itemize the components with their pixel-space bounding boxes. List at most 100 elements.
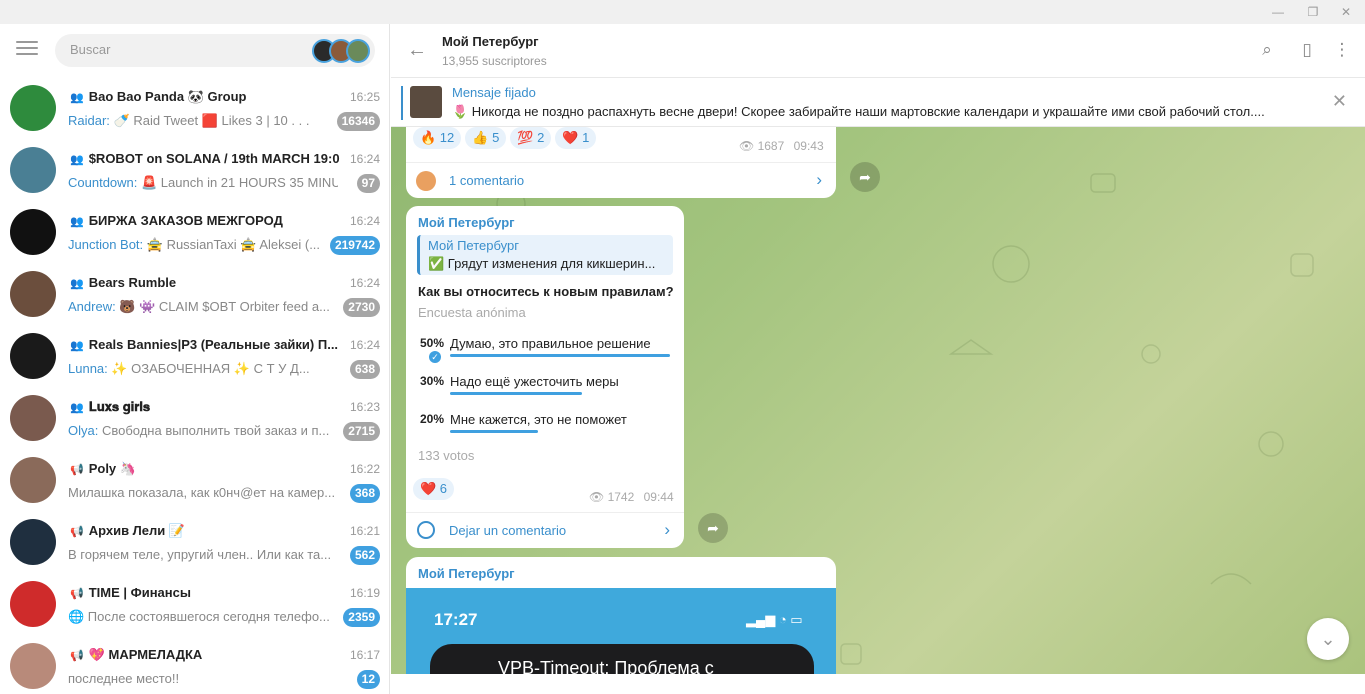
poll-option-bar <box>450 354 670 357</box>
channel-title[interactable]: Мой Петербург <box>442 34 539 49</box>
poll-option-label: Надо ещё ужесточить меры <box>450 374 619 389</box>
chat-title: 👥 Bao Bao Panda 🐼 Group <box>70 89 247 104</box>
chat-list-item[interactable]: 👥 𝐋𝐮𝐱𝐬 𝐠𝐢𝐫𝐥𝐬 16:23 Olya: Свободна выполнить… <box>0 388 389 450</box>
chat-list-item[interactable]: 👥 Reals Bannies|P3 (Реальные зайки) П... 1… <box>0 326 389 388</box>
chat-list-item[interactable]: 📢 💖 МАРМЕЛАДКА 16:17 последнее место!! 12 <box>0 636 389 694</box>
chat-time: 16:21 <box>349 524 380 538</box>
close-pinned-icon[interactable]: ✕ <box>1332 91 1347 112</box>
chat-title: 👥 Bears Rumble <box>70 275 177 290</box>
chat-list-item[interactable]: 👥 Bears Rumble 16:24 Andrew: 🐻 👾 CLAIM $OBT… <box>0 264 389 326</box>
restore-icon[interactable]: ❐ <box>1305 4 1321 20</box>
reaction-heart[interactable]: ❤️ 6 <box>413 478 455 500</box>
chat-preview: 🌐 После состоявшегося сегодня телефо... <box>68 609 338 625</box>
comments-button[interactable]: 1 comentario › <box>406 162 836 198</box>
poll-option[interactable]: 20% Мне кажется, это не поможет <box>420 412 670 442</box>
sidebar-toggle-icon[interactable]: ▯ <box>1297 40 1317 60</box>
chat-avatar <box>10 643 56 689</box>
chat-avatar <box>10 457 56 503</box>
poll-option-label: Мне кажется, это не поможет <box>450 412 627 427</box>
chat-list-item[interactable]: 👥 БИРЖА ЗАКАЗОВ МЕЖГОРОД 16:24 Junction Bot… <box>0 202 389 264</box>
unread-badge: 562 <box>349 546 380 565</box>
chat-preview: последнее место!! <box>68 671 338 686</box>
preview-text: 🐻 👾 CLAIM $OBT Orbiter feed a... <box>115 299 330 314</box>
preview-text: Милашка показала, как к0нч@ет на камер..… <box>68 485 336 500</box>
chat-view: ← Мой Петербург 13,955 suscriptores ⌕ ▯ … <box>391 24 1365 694</box>
forward-icon[interactable]: ➦ <box>850 162 880 192</box>
message-author[interactable]: Мой Петербург <box>418 566 515 581</box>
sidebar: 👥Bao Bao Panda 🐼 Group 16:25 Raidar: 🍼 Rai… <box>0 24 390 694</box>
chat-avatar <box>10 519 56 565</box>
bottom-bar <box>391 674 1365 694</box>
back-arrow-icon[interactable]: ← <box>407 39 427 62</box>
chat-list-item[interactable]: 📢 Архив Лели 📝 16:21 В горячем теле, упруги… <box>0 512 389 574</box>
poll-option[interactable]: 30% Надо ещё ужесточить меры <box>420 374 670 404</box>
channel-icon: 📢 <box>70 526 84 538</box>
unread-badge: 2359 <box>343 608 380 627</box>
poll-option-bar <box>450 392 582 395</box>
leave-comment-button[interactable]: Dejar un comentario › <box>406 512 684 548</box>
chat-list-item[interactable]: 📢 TIME | Финансы 16:19 🌐 После состоявшегос… <box>0 574 389 636</box>
reaction-chip[interactable]: 💯 2 <box>510 127 552 149</box>
window-titlebar: — ❐ ✕ <box>0 0 1365 24</box>
chevron-right-icon: › <box>816 170 822 189</box>
search-icon[interactable]: ⌕ <box>1257 40 1277 60</box>
chat-time: 16:25 <box>349 90 380 104</box>
preview-sender: Olya: <box>68 423 99 438</box>
reaction-chip[interactable]: 🔥 12 <box>413 127 462 149</box>
poll-type: Encuesta anónima <box>418 305 526 320</box>
hamburger-menu-icon[interactable] <box>16 41 38 59</box>
reply-text: ✅ Грядут изменения для кикшерин... <box>428 256 656 271</box>
chat-list-item[interactable]: 👥 $ROBOT on SOLANA / 19th MARCH 19:0... 16… <box>0 140 389 202</box>
unread-badge: 12 <box>356 670 380 689</box>
poll-option-label: Думаю, это правильное решение <box>450 336 651 351</box>
phone-status-icons: ▂▄▆ ◔ ▭ <box>746 612 803 627</box>
more-vertical-icon[interactable]: ⋮ <box>1332 40 1352 60</box>
chat-list-item[interactable]: 📢 Poly 🦄 16:22 Милашка показала, как к0нч@е… <box>0 450 389 512</box>
pinned-message-bar[interactable]: Mensaje fijado 🌷 Никогда не поздно распа… <box>391 78 1365 127</box>
reply-quote[interactable]: Мой Петербург ✅ Грядут изменения для кик… <box>417 235 673 275</box>
pinned-text: 🌷 Никогда не поздно распахнуть весне две… <box>452 104 1265 119</box>
chat-list-item[interactable]: 👥 Bao Bao Panda 🐼 Group 16:25 Raidar: 🍼 Rai… <box>0 78 389 140</box>
pinned-thumbnail <box>410 86 442 118</box>
chat-time: 16:24 <box>349 214 380 228</box>
chat-title: 👥 БИРЖА ЗАКАЗОВ МЕЖГОРОД <box>70 213 283 228</box>
poll-option[interactable]: 50% Думаю, это правильное решение <box>420 336 670 366</box>
chat-avatar <box>10 271 56 317</box>
leave-comment-label: Dejar un comentario <box>449 523 567 538</box>
scroll-down-icon[interactable]: ⌄ <box>1307 618 1349 660</box>
chat-title: 👥 Reals Bannies|P3 (Реальные зайки) П... <box>70 337 339 352</box>
reaction-chip[interactable]: ❤️ 1 <box>555 127 597 149</box>
view-count: 1687 <box>757 139 785 153</box>
message-time: 09:43 <box>793 139 824 153</box>
forward-icon[interactable]: ➦ <box>698 513 728 543</box>
story-avatar[interactable] <box>346 39 370 63</box>
search-input[interactable] <box>70 42 300 57</box>
message-author[interactable]: Мой Петербург <box>418 215 515 230</box>
comment-bubble-icon <box>417 521 435 539</box>
preview-text: Свободна выполнить твой заказ и п... <box>98 423 330 438</box>
view-count: 1742 <box>607 490 635 504</box>
chat-title: 📢 Архив Лели 📝 <box>70 523 186 538</box>
stories-avatars[interactable] <box>312 39 372 63</box>
preview-sender: Countdown: <box>68 175 138 190</box>
vote-count[interactable]: 133 votos <box>418 448 474 463</box>
unread-badge: 16346 <box>336 112 380 131</box>
close-window-icon[interactable]: ✕ <box>1338 4 1354 20</box>
message-time: 09:44 <box>643 490 674 504</box>
minimize-icon[interactable]: — <box>1270 4 1286 20</box>
group-icon: 👥 <box>70 216 84 228</box>
chat-preview: Countdown: 🚨 Launch in 21 HOURS 35 MINU.… <box>68 175 338 191</box>
reaction-chip[interactable]: 👍 5 <box>465 127 507 149</box>
search-box[interactable] <box>55 34 375 67</box>
poll-option-bar <box>450 430 538 433</box>
chat-preview: Милашка показала, как к0нч@ет на камер..… <box>68 485 338 500</box>
group-icon: 👥 <box>70 92 84 104</box>
comments-count: 1 comentario <box>449 173 525 188</box>
chat-title: 📢 💖 МАРМЕЛАДКА <box>70 647 203 662</box>
chat-title: 👥 $ROBOT on SOLANA / 19th MARCH 19:0... <box>70 151 340 166</box>
preview-sender: Lunna: <box>68 361 108 376</box>
pinned-accent-bar <box>401 86 403 120</box>
chat-avatar <box>10 395 56 441</box>
poll-option-percent: 50% <box>420 336 445 350</box>
preview-text: 🌐 После состоявшегося сегодня телефо... <box>68 609 330 624</box>
